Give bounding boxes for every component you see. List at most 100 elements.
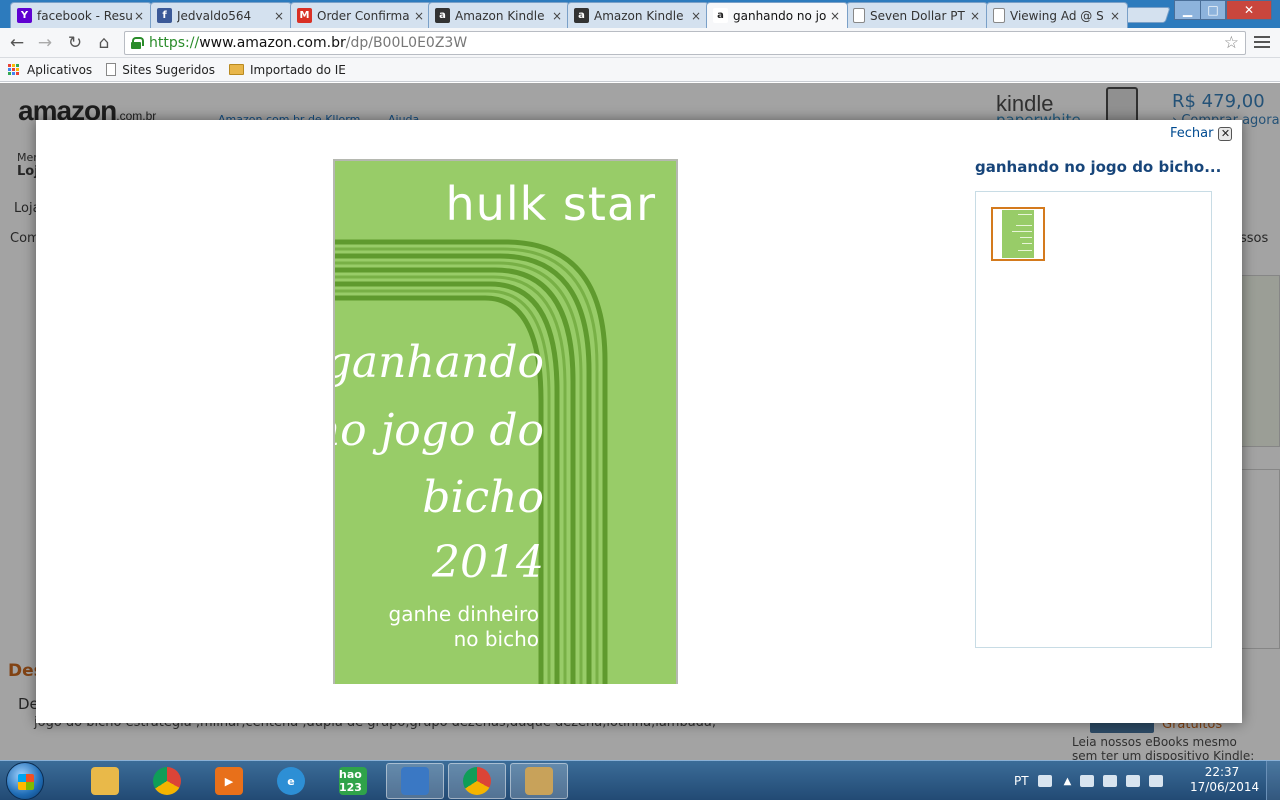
- volume-icon[interactable]: [1149, 775, 1164, 787]
- browser-tab[interactable]: Viewing Ad @ S ×: [986, 2, 1128, 28]
- back-arrow-icon: ←: [9, 33, 25, 53]
- show-desktop-button[interactable]: [1266, 761, 1280, 800]
- close-window-button[interactable]: ✕: [1226, 0, 1272, 20]
- url-path: /dp/B00L0E0Z3W: [345, 35, 468, 51]
- taskbar-item[interactable]: e: [262, 763, 320, 799]
- keyboard-icon[interactable]: [1037, 775, 1052, 787]
- tab-strip: ▁ □ ✕ Yfacebook - Resu × f Jedvaldo564 × M Ord…: [0, 0, 1280, 28]
- start-button[interactable]: [6, 762, 44, 800]
- chrome-menu-button[interactable]: [1254, 36, 1270, 50]
- home-icon: ⌂: [98, 33, 110, 53]
- close-label: Fechar: [1170, 126, 1214, 141]
- tab-title: Jedvaldo564: [177, 8, 252, 23]
- minimize-button[interactable]: ▁: [1174, 0, 1201, 20]
- folder-icon: [229, 64, 244, 75]
- forward-button[interactable]: →: [34, 32, 56, 54]
- tab-close-icon[interactable]: ×: [413, 9, 425, 23]
- new-tab-button[interactable]: [1121, 7, 1171, 23]
- media-player-icon: ▶: [215, 767, 243, 795]
- facebook-icon: f: [157, 8, 172, 23]
- language-indicator[interactable]: PT: [1014, 774, 1029, 788]
- bookmark-importado-ie[interactable]: Importado do IE: [229, 63, 346, 77]
- taskbar-item[interactable]: hao 123: [324, 763, 382, 799]
- thumbnail-image: [1002, 210, 1034, 258]
- chrome-icon: [153, 767, 181, 795]
- tab-title: Viewing Ad @ S: [1010, 8, 1104, 23]
- taskbar-item[interactable]: [138, 763, 196, 799]
- browser-tab[interactable]: Yfacebook - Resu ×: [10, 2, 152, 28]
- taskbar-item[interactable]: [76, 763, 134, 799]
- tab-close-icon[interactable]: ×: [551, 9, 563, 23]
- network-icon[interactable]: [1103, 775, 1118, 787]
- home-button[interactable]: ⌂: [93, 32, 115, 54]
- explorer-icon: [91, 767, 119, 795]
- taskbar-item[interactable]: [386, 763, 444, 799]
- apps-icon: [8, 63, 20, 76]
- tab-close-icon[interactable]: ×: [969, 9, 981, 23]
- chrome-icon: [463, 767, 491, 795]
- browser-tab[interactable]: M Order Confirma ×: [290, 2, 432, 28]
- browser-tab[interactable]: a ganhando no jo ×: [706, 2, 848, 28]
- cover-author: hulk star: [445, 177, 656, 231]
- taskbar-item[interactable]: [448, 763, 506, 799]
- clock-date: 17/06/2014: [1190, 780, 1260, 794]
- cover-title-line-1: ganhando: [333, 337, 544, 388]
- browser-tab[interactable]: a Amazon Kindle ×: [428, 2, 570, 28]
- yahoo-icon: Y: [17, 8, 32, 23]
- security-icon[interactable]: [1126, 775, 1141, 787]
- browser-tab[interactable]: Seven Dollar PT ×: [846, 2, 988, 28]
- tab-title: Seven Dollar PT: [870, 8, 965, 23]
- close-modal-button[interactable]: Fechar ✕: [1170, 126, 1233, 141]
- taskbar-item[interactable]: ▶: [200, 763, 258, 799]
- cover-title-line-2: no jogo do: [333, 405, 544, 456]
- thumbnail-panel: [975, 191, 1212, 648]
- tab-title: Amazon Kindle: [594, 8, 684, 23]
- ie-icon: e: [277, 767, 305, 795]
- bookmark-apps[interactable]: Aplicativos: [8, 63, 92, 77]
- book-cover-image: hulk star ganhando no jogo do bicho 2014…: [333, 159, 678, 684]
- maximize-button[interactable]: □: [1200, 0, 1226, 20]
- cover-title-line-3: bicho: [422, 472, 544, 523]
- bookmark-star-icon[interactable]: ☆: [1224, 33, 1239, 53]
- page-icon: [106, 63, 117, 76]
- cover-thumbnail[interactable]: [991, 207, 1045, 261]
- show-hidden-icons[interactable]: ▲: [1064, 776, 1072, 787]
- bookmark-label: Aplicativos: [27, 62, 93, 77]
- amazon-icon: a: [574, 8, 589, 23]
- bookmarks-bar: Aplicativos Sites Sugeridos Importado do…: [0, 58, 1280, 82]
- hao123-icon: hao 123: [339, 767, 367, 795]
- bookmark-sites-sugeridos[interactable]: Sites Sugeridos: [106, 63, 215, 77]
- app-window-icon: [401, 767, 429, 795]
- flag-icon[interactable]: [1080, 775, 1095, 787]
- browser-tab[interactable]: f Jedvaldo564 ×: [150, 2, 292, 28]
- cover-subtitle-line-1: ganhe dinheiro: [388, 602, 539, 626]
- page-icon: [853, 8, 865, 23]
- taskbar-item[interactable]: [510, 763, 568, 799]
- browser-tab[interactable]: a Amazon Kindle ×: [567, 2, 709, 28]
- tab-close-icon[interactable]: ×: [273, 9, 285, 23]
- windows-taskbar: PT ▲ 22:37 17/06/2014 ▶ e hao 123: [0, 760, 1280, 800]
- tab-close-icon[interactable]: ×: [1109, 9, 1121, 23]
- image-viewer-modal: Fechar ✕ hulk star ganhando no jogo do b…: [36, 120, 1242, 723]
- tab-close-icon[interactable]: ×: [133, 9, 145, 23]
- close-icon: ✕: [1218, 126, 1233, 141]
- cover-title-line-4: 2014: [432, 537, 544, 588]
- cover-subtitle-line-2: no bicho: [453, 627, 539, 651]
- url-host: www.amazon.com.br: [199, 35, 346, 51]
- clock-time: 22:37: [1204, 765, 1240, 779]
- browser-toolbar: ← → ↻ ⌂ https://www.amazon.com.br/dp/B00…: [0, 28, 1280, 58]
- reload-button[interactable]: ↻: [64, 32, 86, 54]
- tab-close-icon[interactable]: ×: [690, 9, 702, 23]
- clock[interactable]: 22:37 17/06/2014: [1190, 765, 1260, 795]
- system-tray: PT ▲: [1014, 761, 1164, 800]
- back-button[interactable]: ←: [6, 32, 28, 54]
- bookmark-label: Importado do IE: [250, 62, 346, 77]
- address-bar[interactable]: https://www.amazon.com.br/dp/B00L0E0Z3W …: [124, 31, 1246, 55]
- tab-title: Order Confirma: [317, 8, 410, 23]
- tab-title: facebook - Resu: [37, 8, 133, 23]
- reload-icon: ↻: [67, 33, 83, 53]
- page-icon: [993, 8, 1005, 23]
- tab-close-icon[interactable]: ×: [829, 9, 841, 23]
- tab-title: Amazon Kindle: [455, 8, 545, 23]
- amazon-icon: a: [713, 8, 728, 23]
